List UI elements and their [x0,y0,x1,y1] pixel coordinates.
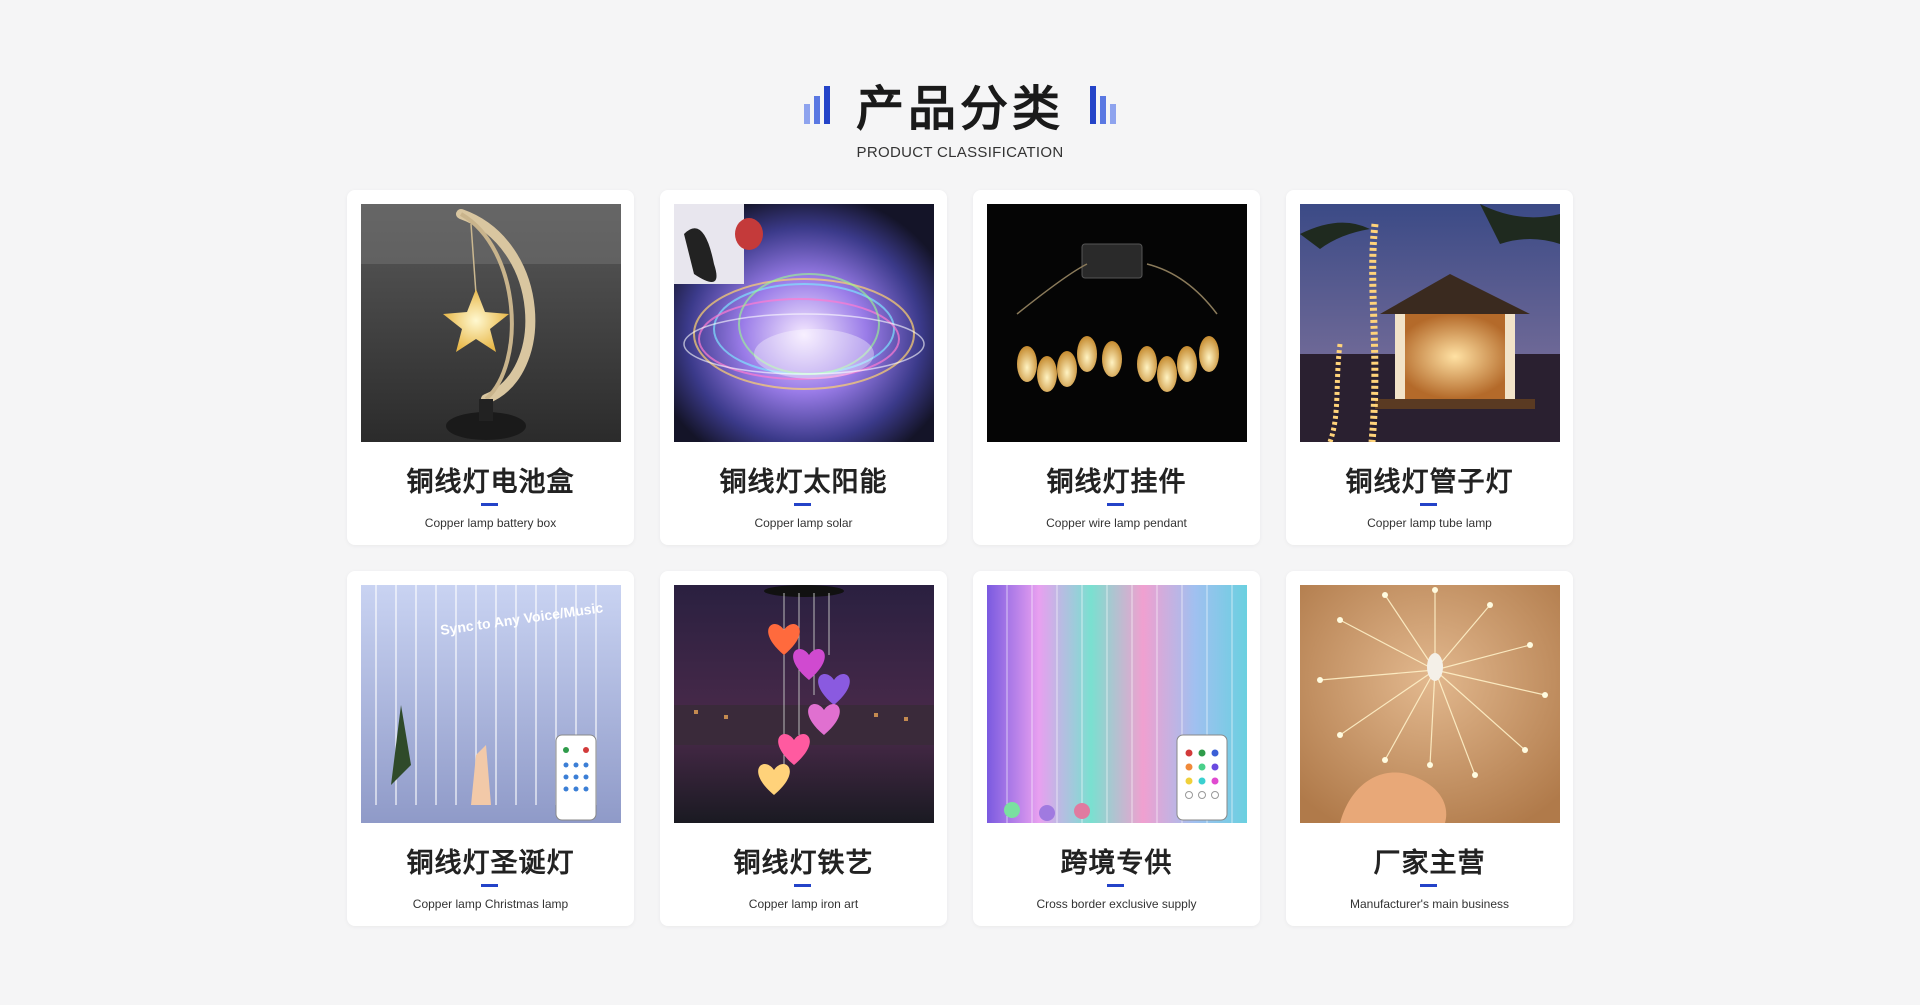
product-title[interactable]: 铜线灯电池盒 [347,460,634,499]
product-subtitle: Manufacturer's main business [1349,897,1510,911]
product-title[interactable]: 厂家主营 [1286,841,1573,880]
accent-divider [1107,503,1124,506]
product-title[interactable]: 铜线灯管子灯 [1286,460,1573,499]
product-card-pendant[interactable]: 铜线灯挂件 Copper wire lamp pendant [973,190,1260,545]
product-subtitle: Copper lamp battery box [424,516,557,530]
product-card-christmas-lamp[interactable]: Sync to Any Voice/Music 铜线灯圣诞灯 Copper la… [347,571,634,926]
product-card-battery-box[interactable]: 铜线灯电池盒 Copper lamp battery box [347,190,634,545]
gazebo-tube-lights-image[interactable] [1300,204,1560,442]
product-card-cross-border[interactable]: 跨境专供 Cross border exclusive supply [973,571,1260,926]
right-bars-decoration-icon [1090,84,1116,124]
product-title[interactable]: 铜线灯圣诞灯 [347,841,634,880]
rgb-curtain-lights-image[interactable] [987,585,1247,823]
product-title[interactable]: 铜线灯挂件 [973,460,1260,499]
product-subtitle: Copper wire lamp pendant [1046,516,1187,530]
colorful-wire-lights-image[interactable] [674,204,934,442]
section-header: 产品分类 PRODUCT CLASSIFICATION [0,72,1920,161]
accent-divider [1420,884,1437,887]
title-row: 产品分类 [0,72,1920,137]
product-title[interactable]: 铜线灯铁艺 [660,841,947,880]
product-subtitle: Copper lamp Christmas lamp [412,897,569,911]
accent-divider [1420,503,1437,506]
product-subtitle: Copper lamp solar [754,516,853,530]
accent-divider [481,503,498,506]
product-title[interactable]: 铜线灯太阳能 [660,460,947,499]
product-grid: 铜线灯电池盒 Copper lamp battery box 铜线灯太阳能 Co… [347,190,1573,926]
firework-starburst-lights-image[interactable] [1300,585,1560,823]
accent-divider [794,503,811,506]
product-subtitle: Cross border exclusive supply [1036,897,1197,911]
product-subtitle: Copper lamp tube lamp [1367,516,1492,530]
page: 产品分类 PRODUCT CLASSIFICATION 铜线灯电池盒 Coppe… [0,0,1920,1005]
product-card-manufacturer[interactable]: 厂家主营 Manufacturer's main business [1286,571,1573,926]
left-bars-decoration-icon [803,84,830,124]
product-subtitle: Copper lamp iron art [748,897,859,911]
teardrop-pendant-lights-image[interactable] [987,204,1247,442]
product-card-solar[interactable]: 铜线灯太阳能 Copper lamp solar [660,190,947,545]
accent-divider [794,884,811,887]
accent-divider [1107,884,1124,887]
heart-wind-chime-image[interactable] [674,585,934,823]
product-card-iron-art[interactable]: 铜线灯铁艺 Copper lamp iron art [660,571,947,926]
accent-divider [481,884,498,887]
moon-star-lamp-image[interactable] [361,204,621,442]
product-title[interactable]: 跨境专供 [973,841,1260,880]
curtain-lights-remote-image[interactable]: Sync to Any Voice/Music [361,585,621,823]
product-card-tube-lamp[interactable]: 铜线灯管子灯 Copper lamp tube lamp [1286,190,1573,545]
section-subtitle: PRODUCT CLASSIFICATION [856,144,1064,161]
section-title: 产品分类 [855,81,1064,137]
